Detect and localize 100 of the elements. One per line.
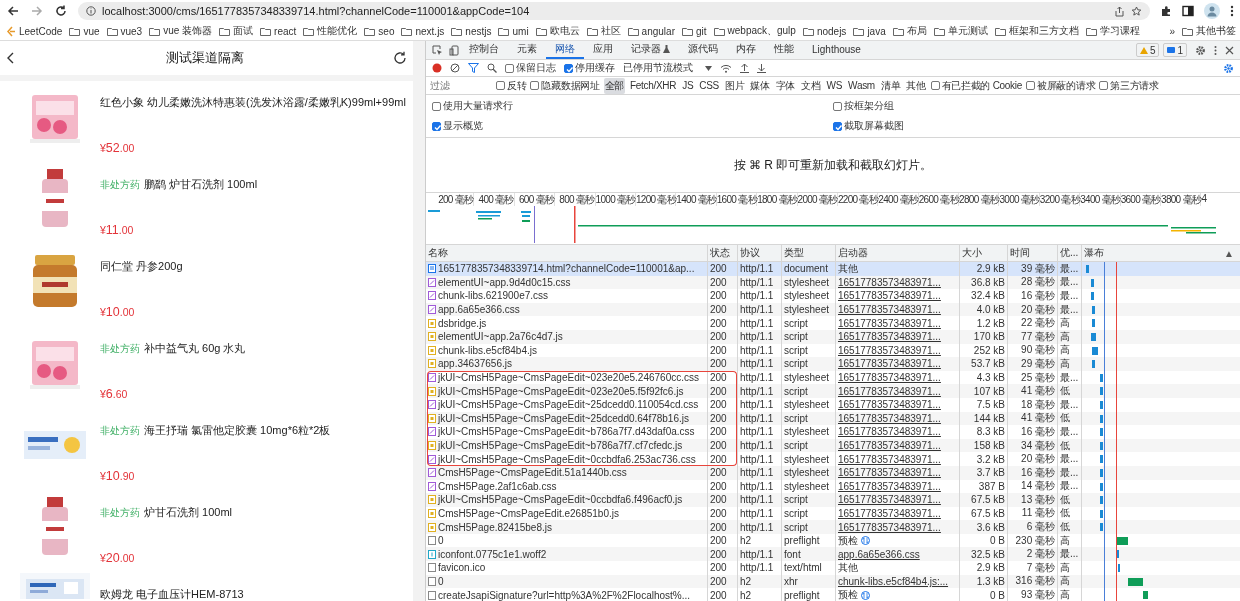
request-name[interactable]: jkUI~CmsH5Page~CmsPageEdit~25dcedd0.64f78b16.js: [438, 412, 689, 424]
table-row[interactable]: createJsapiSignature?url=http%3A%2F%2Flocalhost%... 200 h2 preflight 预检 0 B 93 毫秒 高: [426, 588, 1240, 601]
bookmark[interactable]: 学习课程: [1085, 24, 1140, 38]
initiator-link[interactable]: 16517783573483971...: [838, 399, 941, 411]
table-row[interactable]: CmsH5Page~CmsPageEdit.51a1440b.css 200 http/1.1 stylesheet 16517783573483971... 3.7 kB 16 毫秒 最...: [426, 465, 1240, 480]
type-filter[interactable]: 全部: [603, 77, 625, 94]
checkbox[interactable]: [530, 81, 540, 90]
bookmark[interactable]: git: [681, 25, 707, 37]
request-name[interactable]: 1651778357348339714.html?channelCode=110001&ap...: [438, 263, 695, 275]
request-name[interactable]: favicon.ico: [438, 562, 486, 574]
refresh-icon[interactable]: [393, 51, 407, 65]
warning-count[interactable]: 5: [1135, 43, 1160, 57]
menu-icon[interactable]: [1230, 5, 1234, 17]
request-name[interactable]: 0: [438, 535, 444, 547]
devtools-tab[interactable]: 内存: [727, 41, 765, 59]
column-header[interactable]: 状态: [710, 246, 730, 260]
type-filter[interactable]: Fetch/XHR: [629, 79, 678, 92]
table-row[interactable]: jkUI~CmsH5Page~CmsPageEdit~0ccbdfa6.f496acf0.js 200 http/1.1 script 16517783573483971... 67.5 kB 13 毫秒 低: [426, 493, 1240, 507]
bookmark[interactable]: nestjs: [451, 25, 492, 37]
bookmark[interactable]: 布局: [892, 24, 927, 38]
devtools-tab[interactable]: 网络: [546, 41, 584, 59]
initiator-link[interactable]: 16517783573483971...: [838, 317, 941, 329]
initiator-link[interactable]: 16517783573483971...: [838, 521, 941, 533]
search-icon[interactable]: [487, 63, 497, 73]
request-name[interactable]: chunk-libs.e5cf84b4.js: [438, 344, 537, 356]
request-name[interactable]: jkUI~CmsH5Page~CmsPageEdit~b786a7f7.cf7cfedc.js: [438, 440, 683, 451]
table-row[interactable]: app.34637656.js 200 http/1.1 script 16517783573483971... 53.7 kB 29 毫秒 高: [426, 357, 1240, 371]
initiator-link[interactable]: 16517783573483971...: [838, 412, 941, 424]
bookmark[interactable]: webpack、gulp: [713, 24, 796, 38]
address-bar[interactable]: localhost:3000/cms/1651778357348339714.html?channelCode=110001&appCode=104: [78, 2, 1150, 20]
request-name[interactable]: app.34637656.js: [438, 358, 512, 370]
settings-icon[interactable]: [1223, 62, 1234, 74]
message-count[interactable]: 1: [1163, 43, 1187, 57]
initiator-link[interactable]: 16517783573483971...: [838, 276, 941, 288]
bookmark[interactable]: vue3: [106, 25, 143, 37]
checkbox[interactable]: [496, 81, 505, 90]
table-row[interactable]: elementUI~app.2a76c4d7.js 200 http/1.1 script 16517783573483971... 170 kB 77 毫秒 高: [426, 329, 1240, 344]
type-filter[interactable]: Wasm: [847, 79, 876, 92]
bookmark[interactable]: 面试: [219, 24, 254, 38]
initiator-link[interactable]: 16517783573483971...: [838, 331, 941, 343]
initiator-link[interactable]: 16517783573483971...: [838, 290, 941, 302]
type-filter[interactable]: 文档: [800, 77, 822, 94]
product-name[interactable]: 同仁堂 丹参200g: [100, 259, 183, 274]
checkbox[interactable]: [432, 101, 441, 111]
bookmark[interactable]: next.js: [401, 25, 445, 37]
table-row[interactable]: jkUI~CmsH5Page~CmsPageEdit~023e20e5.f5f92fc6.js 200 http/1.1 script 16517783573483971... 107 kB 41 毫秒 低: [426, 384, 1240, 398]
initiator-link[interactable]: 16517783573483971...: [838, 440, 941, 451]
devtools-tab[interactable]: 元素: [508, 41, 546, 59]
clear-icon[interactable]: [450, 63, 460, 73]
request-name[interactable]: elementUI~app.9d4d0c15.css: [438, 276, 571, 288]
type-filter[interactable]: CSS: [698, 79, 720, 92]
type-filter[interactable]: JS: [681, 79, 695, 92]
initiator-link[interactable]: 16517783573483971...: [838, 508, 941, 519]
request-name[interactable]: jkUI~CmsH5Page~CmsPageEdit~b786a7f7.d43daf0a.css: [438, 426, 695, 438]
request-name[interactable]: dsbridge.js: [438, 317, 487, 329]
record-icon[interactable]: [432, 63, 442, 73]
initiator-link[interactable]: 16517783573483971...: [838, 372, 941, 384]
wifi-icon[interactable]: [720, 63, 732, 73]
bookmark[interactable]: 其他书签: [1182, 24, 1236, 38]
checkbox[interactable]: [1026, 81, 1035, 90]
initiator-link[interactable]: 16517783573483971...: [838, 494, 941, 506]
bookmark[interactable]: 单元测试: [933, 24, 988, 38]
checkbox[interactable]: [833, 101, 842, 111]
type-filter[interactable]: WS: [825, 79, 844, 92]
request-name[interactable]: app.6a65e366.css: [438, 304, 520, 316]
request-name[interactable]: CmsH5Page~CmsPageEdit.51a1440b.css: [438, 467, 627, 479]
table-row[interactable]: jkUI~CmsH5Page~CmsPageEdit~0ccbdfa6.253ac736.css 200 http/1.1 stylesheet 16517783573483971... 3.2 kB 20 毫秒 最...: [426, 452, 1240, 466]
devtools-tab[interactable]: 记录器: [622, 41, 679, 59]
table-row[interactable]: 0 200 h2 xhr chunk-libs.e5cf84b4.js:... 1.3 kB 316 毫秒 高: [426, 574, 1240, 589]
product-name[interactable]: 补中益气丸 60g 水丸: [144, 341, 246, 356]
type-filter[interactable]: 媒体: [749, 77, 771, 94]
request-name[interactable]: CmsH5Page.2af1c6ab.css: [438, 480, 557, 492]
request-name[interactable]: CmsH5Page.82415be8.js: [438, 521, 552, 533]
column-header[interactable]: 大小: [962, 246, 982, 260]
initiator-link[interactable]: app.6a65e366.css: [838, 548, 920, 560]
avatar-icon[interactable]: [1204, 3, 1220, 19]
request-name[interactable]: chunk-libs.621900e7.css: [438, 290, 549, 302]
table-row[interactable]: 1651778357348339714.html?channelCode=110001&ap... 200 http/1.1 document 其他 2.9 kB 39 毫秒 最...: [426, 262, 1240, 276]
info-icon[interactable]: [86, 6, 96, 16]
checkbox[interactable]: [930, 81, 940, 90]
column-header[interactable]: 协议: [740, 246, 760, 260]
request-name[interactable]: iconfont.0775c1e1.woff2: [438, 548, 547, 560]
devtools-tab[interactable]: Lighthouse: [803, 41, 870, 59]
initiator-link[interactable]: 16517783573483971...: [838, 467, 941, 479]
checkbox[interactable]: [432, 121, 441, 131]
back-icon[interactable]: [6, 52, 16, 64]
share-icon[interactable]: [1114, 5, 1125, 17]
table-row[interactable]: CmsH5Page.82415be8.js 200 http/1.1 script 16517783573483971... 3.6 kB 6 毫秒 低: [426, 520, 1240, 534]
bookmark[interactable]: vue 装饰器: [149, 24, 213, 38]
settings-icon[interactable]: [1195, 44, 1206, 56]
devtools-tab[interactable]: 应用: [584, 41, 622, 59]
product-name[interactable]: 鹏鹞 炉甘石洗剂 100ml: [144, 177, 258, 192]
bookmark[interactable]: react: [260, 25, 297, 37]
column-header[interactable]: 优...: [1060, 246, 1079, 260]
devtools-tab[interactable]: 性能: [765, 41, 803, 59]
type-filter[interactable]: 清单: [879, 77, 902, 94]
inspect-icon[interactable]: [432, 44, 443, 56]
initiator-link[interactable]: 16517783573483971...: [838, 344, 941, 356]
table-row[interactable]: jkUI~CmsH5Page~CmsPageEdit~b786a7f7.cf7cfedc.js 200 http/1.1 script 16517783573483971... 158 kB 34 毫秒 低: [426, 438, 1240, 453]
column-header[interactable]: 名称: [428, 246, 448, 260]
